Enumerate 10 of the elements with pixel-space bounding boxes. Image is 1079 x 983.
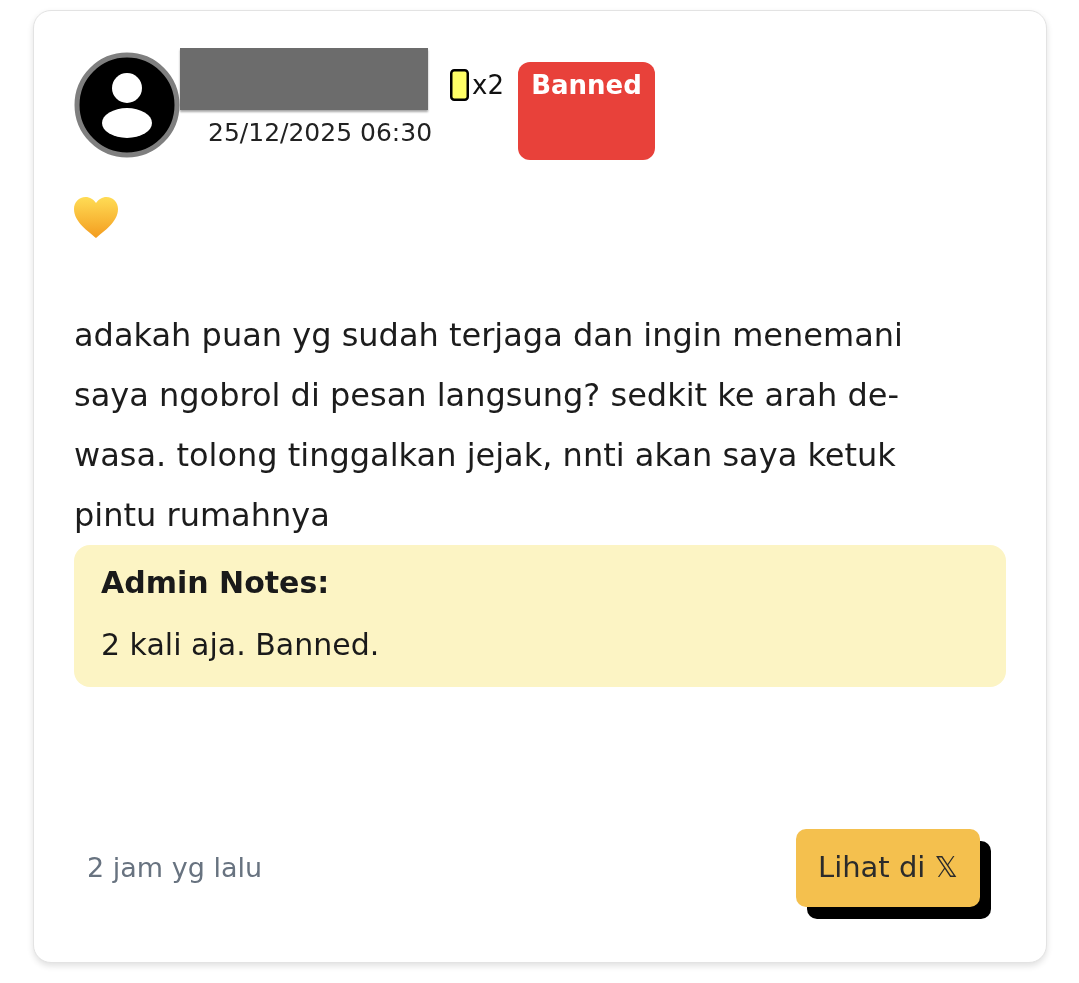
relative-time: 2 jam yg lalu (87, 851, 263, 885)
status-badge: Banned (518, 62, 656, 160)
admin-notes-text: 2 kali aja. Banned. (101, 626, 381, 664)
post-text: adakah puan yg sudah terjaga dan ingin menemani saya ngobrol di pesan langsung? sedkit ke arah de-wasa. tolong tinggalkan jejak, nnti akan saya ketuk pintu rumahnya (74, 315, 904, 536)
heart-icon (74, 197, 118, 239)
card-icon (450, 69, 470, 101)
admin-notes-title: Admin Notes: (101, 564, 331, 602)
avatar-icon (74, 52, 180, 158)
post-timestamp: 25/12/2025 06:30 (208, 118, 433, 148)
warning-count: x2 (472, 69, 505, 101)
